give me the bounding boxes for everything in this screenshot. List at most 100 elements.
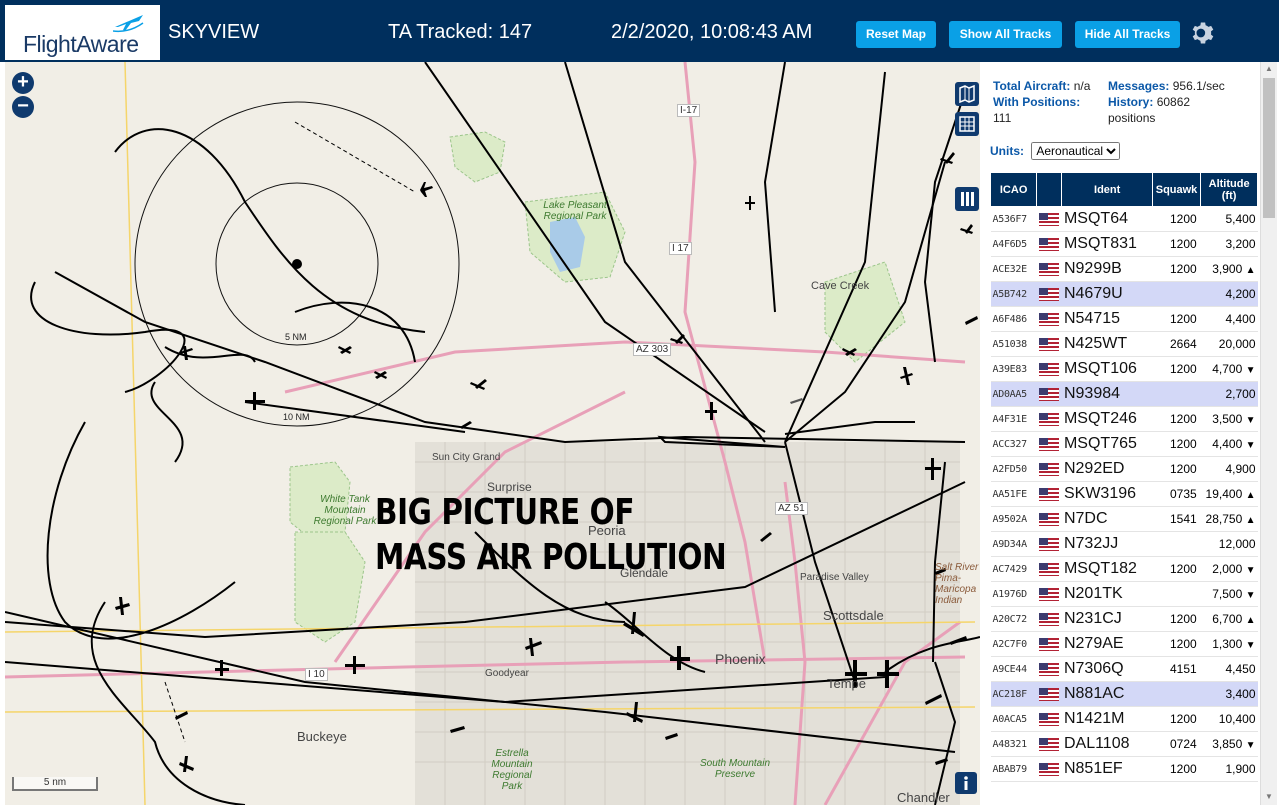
- aircraft-row[interactable]: A9D34A N732JJ 12,000: [990, 531, 1258, 557]
- messages-value: 956.1/sec: [1172, 79, 1225, 93]
- range-label-10nm: 10 NM: [283, 412, 310, 422]
- scroll-up-icon[interactable]: ▲: [1265, 64, 1273, 73]
- icao-cell: A51038: [990, 331, 1037, 357]
- us-flag-icon: [1038, 538, 1059, 552]
- aircraft-row[interactable]: A9502A N7DC 1541 28,750 ▲: [990, 506, 1258, 532]
- ident-cell: N201TK: [1061, 581, 1153, 607]
- altitude-cell: 6,700 ▲: [1200, 606, 1258, 632]
- flag-cell: [1036, 281, 1062, 307]
- icao-cell: AD0AA5: [990, 381, 1037, 407]
- altitude-trend-icon: ▼: [1245, 415, 1256, 426]
- ident-cell: N732JJ: [1061, 531, 1153, 557]
- zoom-in-button[interactable]: +: [12, 72, 34, 94]
- squawk-cell: [1152, 581, 1201, 607]
- map-layers-button[interactable]: [955, 82, 979, 106]
- gear-icon[interactable]: [1190, 20, 1216, 46]
- map-label-i10: I 10: [305, 668, 328, 681]
- aircraft-row[interactable]: A536F7 MSQT64 1200 5,400: [990, 206, 1258, 232]
- squawk-cell: 1541: [1152, 506, 1201, 532]
- aircraft-row[interactable]: AD0AA5 N93984 2,700: [990, 381, 1258, 407]
- us-flag-icon: [1038, 688, 1059, 702]
- scroll-down-icon[interactable]: ▼: [1265, 792, 1273, 801]
- altitude-cell: 4,400: [1200, 306, 1258, 332]
- flag-cell: [1036, 606, 1062, 632]
- reset-map-button[interactable]: Reset Map: [856, 21, 936, 48]
- aircraft-row[interactable]: AC218F N881AC 3,400: [990, 681, 1258, 707]
- aircraft-icon: [670, 334, 685, 344]
- col-flag[interactable]: [1036, 172, 1063, 207]
- ident-cell: DAL1108: [1061, 731, 1153, 757]
- altitude-cell: 4,200: [1200, 281, 1258, 307]
- altitude-cell: 2,000 ▼: [1200, 556, 1258, 582]
- squawk-cell: 1200: [1152, 356, 1201, 382]
- aircraft-row[interactable]: A2FD50 N292ED 1200 4,900: [990, 456, 1258, 482]
- us-flag-icon: [1038, 438, 1059, 452]
- map-grid-button[interactable]: [955, 112, 979, 136]
- map-label-cave-creek: Cave Creek: [811, 280, 870, 292]
- col-altitude[interactable]: Altitude (ft): [1200, 172, 1258, 207]
- show-all-tracks-button[interactable]: Show All Tracks: [949, 21, 1062, 48]
- aircraft-row[interactable]: AA51FE SKW3196 0735 19,400 ▲: [990, 481, 1258, 507]
- ident-cell: MSQT64: [1061, 206, 1153, 232]
- flightaware-logo[interactable]: FlightAware: [5, 5, 160, 60]
- altitude-trend-icon: ▲: [1245, 615, 1256, 626]
- ident-cell: N7DC: [1061, 506, 1153, 532]
- aircraft-row[interactable]: ABAB79 N851EF 1200 1,900: [990, 756, 1258, 782]
- flag-cell: [1036, 306, 1062, 332]
- squawk-cell: [1152, 381, 1201, 407]
- aircraft-row[interactable]: A1976D N201TK 7,500 ▼: [990, 581, 1258, 607]
- range-label-5nm: 5 NM: [285, 332, 307, 342]
- current-datetime: 2/2/2020, 10:08:43 AM: [611, 21, 813, 43]
- history-label: History:: [1108, 95, 1154, 109]
- col-squawk[interactable]: Squawk: [1151, 172, 1202, 207]
- squawk-cell: 4151: [1152, 656, 1201, 682]
- aircraft-row[interactable]: A4F31E MSQT246 1200 3,500 ▼: [990, 406, 1258, 432]
- hide-all-tracks-button[interactable]: Hide All Tracks: [1075, 21, 1180, 48]
- units-select[interactable]: Aeronautical: [1031, 142, 1121, 160]
- info-button[interactable]: [955, 772, 977, 794]
- top-header: FlightAware SKYVIEW TA Tracked: 147 2/2/…: [0, 0, 1279, 62]
- aircraft-row[interactable]: A20C72 N231CJ 1200 6,700 ▲: [990, 606, 1258, 632]
- aircraft-row[interactable]: A4F6D5 MSQT831 1200 3,200: [990, 231, 1258, 257]
- aircraft-row[interactable]: A48321 DAL1108 0724 3,850 ▼: [990, 731, 1258, 757]
- with-positions-label: With Positions:: [993, 95, 1081, 109]
- columns-toggle-button[interactable]: [955, 187, 979, 211]
- squawk-cell: 1200: [1152, 306, 1201, 332]
- squawk-cell: 1200: [1152, 606, 1201, 632]
- aircraft-row[interactable]: A6F486 N54715 1200 4,400: [990, 306, 1258, 332]
- panel-scrollbar[interactable]: ▲ ▼: [1260, 62, 1277, 805]
- aircraft-row[interactable]: ACE32E N9299B 1200 3,900 ▲: [990, 256, 1258, 282]
- map-label-sun-city-grand: Sun City Grand: [432, 452, 501, 463]
- altitude-cell: 28,750 ▲: [1200, 506, 1258, 532]
- col-ident[interactable]: Ident: [1061, 172, 1153, 207]
- icao-cell: A39E83: [990, 356, 1037, 382]
- icao-cell: A48321: [990, 731, 1037, 757]
- squawk-cell: 1200: [1152, 431, 1201, 457]
- altitude-value: 4,900: [1225, 462, 1256, 476]
- altitude-value: 19,400: [1205, 487, 1243, 501]
- aircraft-row[interactable]: A0ACA5 N1421M 1200 10,400: [990, 706, 1258, 732]
- aircraft-row[interactable]: A39E83 MSQT106 1200 4,700 ▼: [990, 356, 1258, 382]
- zoom-out-button[interactable]: −: [12, 96, 34, 118]
- map-canvas[interactable]: [5, 62, 980, 805]
- units-label: Units:: [990, 144, 1024, 158]
- aircraft-icon: [345, 656, 365, 674]
- aircraft-row[interactable]: A5B742 N4679U 4,200: [990, 281, 1258, 307]
- altitude-value: 1,900: [1225, 762, 1256, 776]
- map-label-scottsdale: Scottsdale: [823, 608, 884, 623]
- aircraft-row[interactable]: A9CE44 N7306Q 4151 4,450: [990, 656, 1258, 682]
- altitude-value: 3,850: [1212, 737, 1243, 751]
- aircraft-icon: [705, 402, 717, 420]
- altitude-value: 28,750: [1205, 512, 1243, 526]
- aircraft-row[interactable]: A51038 N425WT 2664 20,000: [990, 331, 1258, 357]
- squawk-cell: 1200: [1152, 206, 1201, 232]
- aircraft-icon[interactable]: [790, 398, 803, 404]
- aircraft-row[interactable]: AC7429 MSQT182 1200 2,000 ▼: [990, 556, 1258, 582]
- flag-cell: [1036, 406, 1062, 432]
- aircraft-row[interactable]: A2C7F0 N279AE 1200 1,300 ▼: [990, 631, 1258, 657]
- col-icao[interactable]: ICAO: [989, 172, 1038, 207]
- aircraft-row[interactable]: ACC327 MSQT765 1200 4,400 ▼: [990, 431, 1258, 457]
- map-view[interactable]: I-17 I 17 Lake Pleasant Regional Park Ca…: [5, 62, 980, 805]
- icao-cell: A2C7F0: [990, 631, 1037, 657]
- scrollbar-thumb[interactable]: [1263, 78, 1275, 218]
